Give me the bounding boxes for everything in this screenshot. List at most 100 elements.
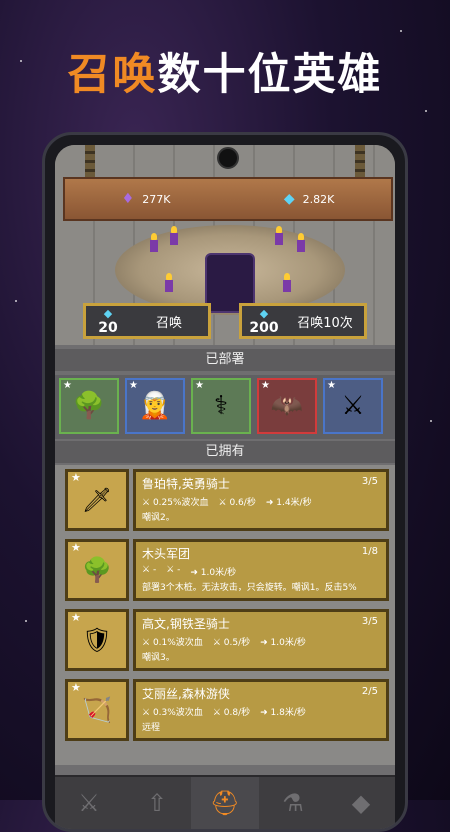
sword-icon: ⚔	[142, 708, 153, 718]
purple-resource: ♦ 277K	[122, 191, 171, 207]
candle-icon	[297, 233, 305, 252]
boot-icon: ➜	[260, 708, 271, 718]
damage-value: -	[152, 565, 157, 575]
nav-heroes-tab[interactable]: ⛑	[191, 777, 259, 829]
hero-count: 3/5	[361, 616, 378, 627]
damage-stat: ⚔ 0.25%波次血	[142, 495, 209, 508]
hero-info: 艾丽丝,森林游侠 2/5 ⚔ 0.3%波次血 ⚔ 0.8/秒 ➜ 1.8米/秒 …	[133, 679, 389, 741]
hero-portrait: ★ 🌳	[65, 539, 129, 601]
candle-icon	[170, 226, 178, 245]
boot-icon: ➜	[190, 568, 201, 578]
hero-card[interactable]: ★ 🌳 木头军团 1/8 ⚔ - ⚔ - ➜ 1.0米/秒 部署3个木桩。无法攻击…	[65, 539, 389, 601]
summon-cost: ◆ 20	[86, 307, 130, 335]
star-icon: ★	[71, 471, 81, 484]
deployed-slot[interactable]: ★ 🌳	[59, 378, 119, 434]
move-speed-stat: ➜ 1.0米/秒	[190, 565, 236, 578]
speed-icon: ⚔	[166, 565, 178, 575]
deployed-slot[interactable]: ★ 🦇	[257, 378, 317, 434]
hero-count: 1/8	[361, 546, 378, 557]
hero-stats: ⚔ 0.3%波次血 ⚔ 0.8/秒 ➜ 1.8米/秒	[142, 705, 380, 718]
star-icon: ★	[327, 380, 336, 391]
hero-icon: 🛡	[81, 626, 113, 654]
speed-icon: ⚔	[212, 708, 224, 718]
star-icon: ★	[195, 380, 204, 391]
summon-cost-value: 200	[249, 320, 279, 336]
game-screen: ♦ 277K ◆ 2.82K ◆ 20 召唤 ◆ 200 召唤10次 已部署 ★…	[55, 145, 395, 829]
summon-cost-value: 20	[98, 320, 118, 336]
headline-accent: 召唤	[67, 50, 158, 100]
hero-icon: 🌳	[72, 391, 106, 421]
phone-frame: ♦ 277K ◆ 2.82K ◆ 20 召唤 ◆ 200 召唤10次 已部署 ★…	[42, 132, 408, 832]
attack-speed-stat: ⚔ 0.6/秒	[219, 495, 256, 508]
nav-upgrade-tab[interactable]: ⇧	[123, 777, 191, 829]
bottom-nav: ⚔ ⇧ ⛑ ⚗ ◆	[55, 775, 395, 829]
star	[400, 30, 402, 32]
gem-resource: ◆ 2.82K	[284, 191, 335, 207]
damage-value: 0.1%波次血	[152, 638, 203, 648]
hero-info: 木头军团 1/8 ⚔ - ⚔ - ➜ 1.0米/秒 部署3个木桩。无法攻击，只会…	[133, 539, 389, 601]
hero-info: 鲁珀特,英勇骑士 3/5 ⚔ 0.25%波次血 ⚔ 0.6/秒 ➜ 1.4米/秒…	[133, 469, 389, 531]
attack-speed-value: -	[177, 565, 181, 575]
move-speed-value: 1.4米/秒	[276, 498, 312, 508]
summon-once-button[interactable]: ◆ 20 召唤	[83, 303, 211, 339]
hero-icon: 🗡	[81, 486, 113, 514]
nav-weapon-tab[interactable]: ⚔	[55, 777, 123, 829]
star-icon: ★	[261, 380, 270, 391]
deployed-header: 已部署	[55, 349, 395, 371]
sword-icon: ⚔	[142, 565, 153, 575]
damage-value: 0.3%波次血	[152, 708, 203, 718]
headline-rest: 数十位英雄	[157, 50, 383, 100]
purple-value: 277K	[142, 192, 171, 206]
potion-icon: ⚗	[282, 789, 304, 817]
deployed-slot[interactable]: ★ ⚕	[191, 378, 251, 434]
star	[15, 300, 17, 302]
arrow-up-icon: ⇧	[146, 789, 168, 817]
promo-headline: 召唤数十位英雄	[0, 40, 450, 102]
attack-speed-stat: ⚔ 0.5/秒	[213, 635, 250, 648]
helmet-icon: ⛑	[209, 789, 241, 817]
deployed-slot[interactable]: ★ 🧝	[125, 378, 185, 434]
summon-ten-label: 召唤10次	[297, 315, 353, 331]
hero-card[interactable]: ★ 🏹 艾丽丝,森林游侠 2/5 ⚔ 0.3%波次血 ⚔ 0.8/秒 ➜ 1.8米…	[65, 679, 389, 741]
damage-stat: ⚔ 0.3%波次血	[142, 705, 203, 718]
hero-card[interactable]: ★ 🗡 鲁珀特,英勇骑士 3/5 ⚔ 0.25%波次血 ⚔ 0.6/秒 ➜ 1.4…	[65, 469, 389, 531]
sword-icon: ⚔	[142, 498, 153, 508]
hero-portrait: ★ 🛡	[65, 609, 129, 671]
summon-ten-button[interactable]: ◆ 200 召唤10次	[239, 303, 367, 339]
hero-count: 3/5	[361, 476, 378, 487]
camera-icon	[217, 147, 239, 169]
hero-icon: 🧝	[138, 391, 172, 421]
star	[430, 420, 432, 422]
boot-icon: ➜	[260, 638, 271, 648]
attack-speed-value: 0.5/秒	[223, 638, 251, 648]
move-speed-stat: ➜ 1.0米/秒	[260, 635, 306, 648]
hero-stats: ⚔ - ⚔ - ➜ 1.0米/秒	[142, 565, 380, 578]
damage-stat: ⚔ -	[142, 565, 156, 578]
resource-sign: ♦ 277K ◆ 2.82K	[63, 177, 393, 221]
nav-potion-tab[interactable]: ⚗	[259, 777, 327, 829]
candle-icon	[165, 273, 173, 292]
hero-name: 木头军团	[142, 547, 191, 561]
sword-icon: ⚔	[142, 638, 153, 648]
purple-crystal-icon: ♦	[121, 191, 135, 207]
candle-icon	[275, 226, 283, 245]
hero-card[interactable]: ★ 🛡 高文,钢铁圣骑士 3/5 ⚔ 0.1%波次血 ⚔ 0.5/秒 ➜ 1.0米…	[65, 609, 389, 671]
move-speed-stat: ➜ 1.8米/秒	[260, 705, 306, 718]
attack-speed-stat: ⚔ 0.8/秒	[213, 705, 250, 718]
move-speed-value: 1.0米/秒	[270, 638, 306, 648]
deployed-row: ★ 🌳 ★ 🧝 ★ ⚕ ★ 🦇 ★ ⚔	[55, 375, 395, 439]
hero-info: 高文,钢铁圣骑士 3/5 ⚔ 0.1%波次血 ⚔ 0.5/秒 ➜ 1.0米/秒 …	[133, 609, 389, 671]
star-icon: ★	[129, 380, 138, 391]
summon-hall: ♦ 277K ◆ 2.82K ◆ 20 召唤 ◆ 200 召唤10次	[55, 145, 395, 345]
star-icon: ★	[71, 681, 81, 694]
candle-icon	[150, 233, 158, 252]
damage-stat: ⚔ 0.1%波次血	[142, 635, 203, 648]
star-icon: ★	[71, 541, 81, 554]
hero-desc: 部署3个木桩。无法攻击，只会旋转。嘲讽1。反击5%	[142, 583, 357, 593]
sword-icon: ⚔	[78, 789, 100, 817]
gem-value: 2.82K	[302, 192, 335, 206]
attack-speed-value: 0.8/秒	[223, 708, 251, 718]
nav-gem-tab[interactable]: ◆	[327, 777, 395, 829]
hero-icon: 🌳	[82, 556, 112, 584]
deployed-slot[interactable]: ★ ⚔	[323, 378, 383, 434]
